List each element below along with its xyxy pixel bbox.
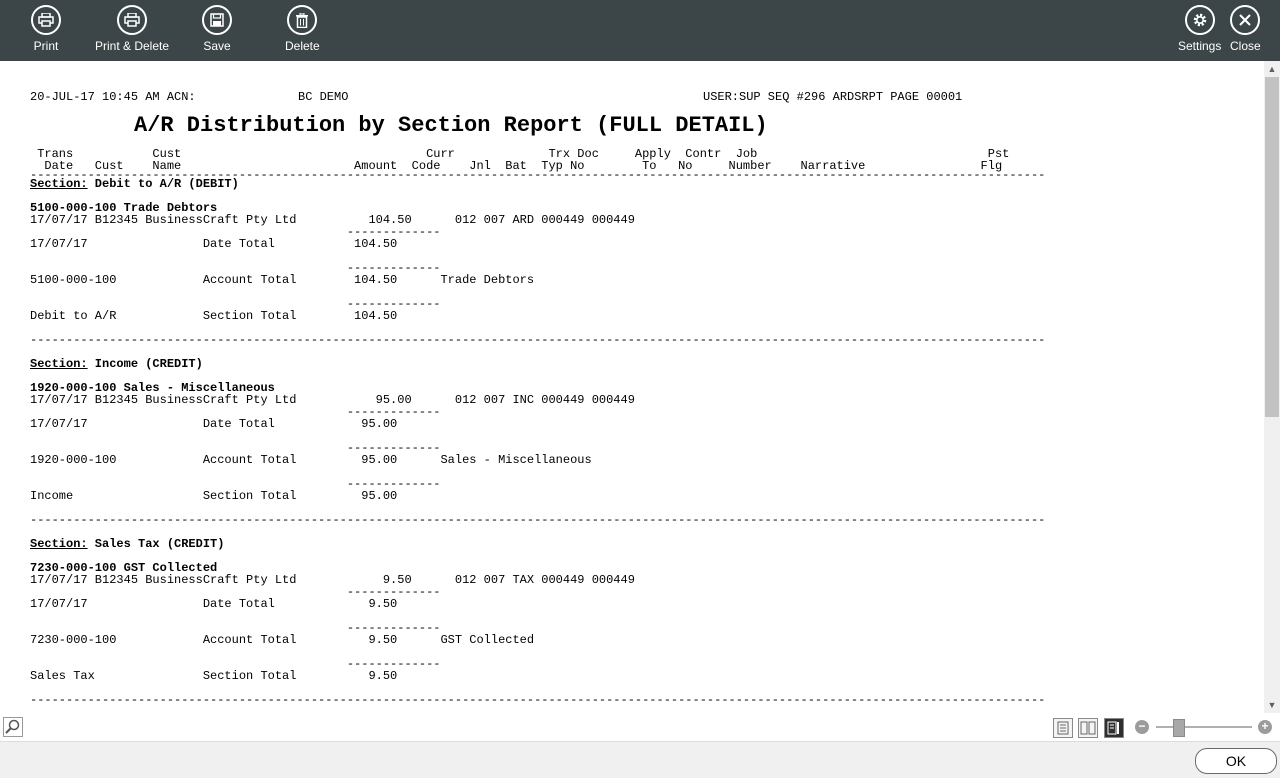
- account-total-row: 1920-000-100 Account Total 95.00 Sales -…: [30, 453, 592, 467]
- delete-button[interactable]: Delete: [285, 5, 320, 53]
- date-total-row: 17/07/17 Date Total 9.50: [30, 597, 398, 611]
- floppy-disk-icon: [202, 5, 232, 35]
- close-icon: [1230, 5, 1261, 35]
- scroll-up-arrow-icon[interactable]: ▲: [1264, 61, 1280, 77]
- print-and-delete-label: Print & Delete: [95, 39, 170, 53]
- scroll-down-arrow-icon[interactable]: ▼: [1264, 697, 1280, 713]
- zoom-in-icon[interactable]: +: [1258, 720, 1272, 734]
- toolbar: Print Print & Delete Save Delete Setting…: [0, 0, 1280, 61]
- print-button[interactable]: Print: [31, 5, 61, 53]
- date-total-row: 17/07/17 Date Total 95.00: [30, 417, 398, 431]
- save-button[interactable]: Save: [202, 5, 232, 53]
- trash-icon: [287, 5, 318, 35]
- close-button[interactable]: Close: [1230, 5, 1261, 53]
- settings-button[interactable]: Settings: [1178, 5, 1221, 53]
- print-and-delete-button[interactable]: Print & Delete: [95, 5, 169, 53]
- section-total-row: Income Section Total 95.00: [30, 489, 398, 503]
- date-total-row: 17/07/17 Date Total 104.50: [30, 237, 398, 251]
- column-header-row-2: Date Cust Name Amount Code Jnl Bat Typ N…: [30, 159, 1003, 173]
- section-name: Sales Tax (CREDIT): [87, 537, 225, 551]
- account-total-row: 7230-000-100 Account Total 9.50 GST Coll…: [30, 633, 535, 647]
- scrollbar-thumb[interactable]: [1265, 77, 1279, 417]
- printer-icon: [117, 5, 148, 35]
- divider: ----------------------------------------…: [30, 333, 1046, 347]
- printer-icon: [31, 5, 61, 35]
- report-header-left: 20-JUL-17 10:45 AM ACN:: [30, 90, 196, 104]
- section-label: Section:: [30, 357, 88, 371]
- find-magnifier-icon[interactable]: [3, 717, 23, 737]
- report-body: Trans Cust Curr Trx Doc Apply Contr Job …: [30, 148, 1045, 706]
- account-total-row: 5100-000-100 Account Total 104.50 Trade …: [30, 273, 535, 287]
- zoom-slider-thumb[interactable]: [1173, 719, 1185, 737]
- save-label: Save: [203, 39, 231, 53]
- view-controls-bar: − +: [0, 713, 1280, 741]
- print-label: Print: [33, 39, 59, 53]
- section-name: Debit to A/R (DEBIT): [87, 177, 239, 191]
- close-label: Close: [1230, 39, 1261, 53]
- section-heading: Section: Income (CREDIT): [30, 358, 1045, 370]
- delete-label: Delete: [285, 39, 320, 53]
- continuous-view-icon[interactable]: [1104, 718, 1124, 738]
- zoom-slider-track[interactable]: [1156, 726, 1252, 728]
- ok-button[interactable]: OK: [1195, 748, 1277, 774]
- dialog-footer: OK: [0, 741, 1280, 778]
- settings-label: Settings: [1178, 39, 1222, 53]
- section-name: Income (CREDIT): [87, 357, 203, 371]
- section-total-row: Debit to A/R Section Total 104.50: [30, 309, 398, 323]
- section-label: Section:: [30, 177, 88, 191]
- gear-icon: [1184, 5, 1215, 35]
- zoom-out-icon[interactable]: −: [1135, 720, 1149, 734]
- two-page-view-icon[interactable]: [1078, 718, 1098, 738]
- divider: ----------------------------------------…: [30, 693, 1046, 707]
- report-viewer[interactable]: 20-JUL-17 10:45 AM ACN: BC DEMO USER:SUP…: [0, 61, 1264, 713]
- section-total-row: Sales Tax Section Total 9.50: [30, 669, 398, 683]
- section-label: Section:: [30, 537, 88, 551]
- vertical-scrollbar[interactable]: ▲ ▼: [1264, 61, 1280, 713]
- single-page-view-icon[interactable]: [1053, 718, 1073, 738]
- report-title: A/R Distribution by Section Report (FULL…: [134, 113, 768, 138]
- section-heading: Section: Sales Tax (CREDIT): [30, 538, 1045, 550]
- divider: ----------------------------------------…: [30, 513, 1046, 527]
- report-company: BC DEMO: [298, 90, 349, 104]
- section-heading: Section: Debit to A/R (DEBIT): [30, 178, 1045, 190]
- report-header-right: USER:SUP SEQ #296 ARDSRPT PAGE 00001: [703, 90, 963, 104]
